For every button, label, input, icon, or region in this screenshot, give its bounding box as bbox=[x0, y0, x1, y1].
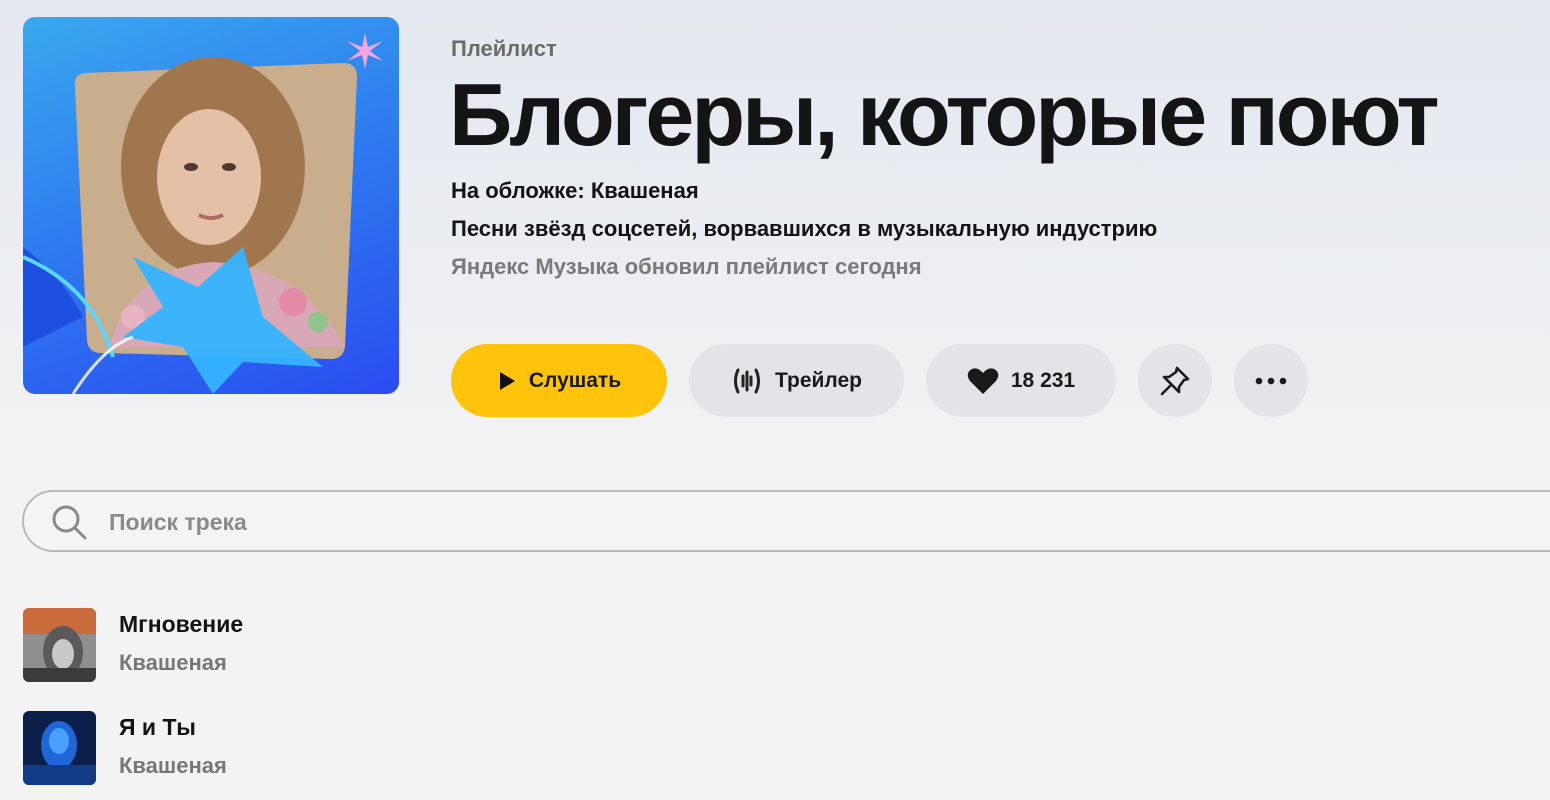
track-title[interactable]: Мгновение bbox=[119, 611, 243, 638]
heart-icon bbox=[967, 367, 999, 394]
playlist-kind-label: Плейлист bbox=[451, 36, 557, 61]
trailer-button[interactable]: Трейлер bbox=[689, 344, 904, 417]
update-status: Яндекс Музыка обновил плейлист сегодня bbox=[451, 254, 922, 279]
page-title: Блогеры, которые поют bbox=[449, 65, 1440, 164]
sparkle-icon bbox=[347, 33, 383, 69]
play-button-label: Слушать bbox=[528, 368, 622, 392]
cover-note: На обложке: Квашеная bbox=[451, 178, 699, 203]
more-icon bbox=[1255, 377, 1287, 384]
pin-button[interactable] bbox=[1138, 344, 1212, 417]
track-cover bbox=[23, 711, 96, 785]
trailer-button-label: Трейлер bbox=[774, 368, 862, 392]
play-button[interactable]: Слушать bbox=[451, 344, 667, 417]
play-icon bbox=[499, 371, 515, 390]
track-artist[interactable]: Квашеная bbox=[119, 650, 227, 676]
track-search[interactable] bbox=[22, 490, 1550, 552]
waveform-icon bbox=[733, 368, 760, 393]
track-title[interactable]: Я и Ты bbox=[119, 714, 196, 741]
like-button[interactable]: 18 231 bbox=[926, 344, 1116, 417]
search-icon bbox=[52, 505, 87, 540]
track-row[interactable]: Мгновение Квашеная bbox=[23, 608, 723, 682]
search-input[interactable] bbox=[107, 500, 911, 544]
playlist-description: Песни звёзд соцсетей, ворвавшихся в музы… bbox=[451, 216, 1158, 241]
more-button[interactable] bbox=[1234, 344, 1308, 417]
track-artist[interactable]: Квашеная bbox=[119, 753, 227, 779]
pin-icon bbox=[1160, 366, 1190, 395]
playlist-cover bbox=[23, 17, 399, 394]
track-cover bbox=[23, 608, 96, 682]
likes-count: 18 231 bbox=[1010, 368, 1076, 392]
track-row[interactable]: Я и Ты Квашеная bbox=[23, 711, 723, 785]
